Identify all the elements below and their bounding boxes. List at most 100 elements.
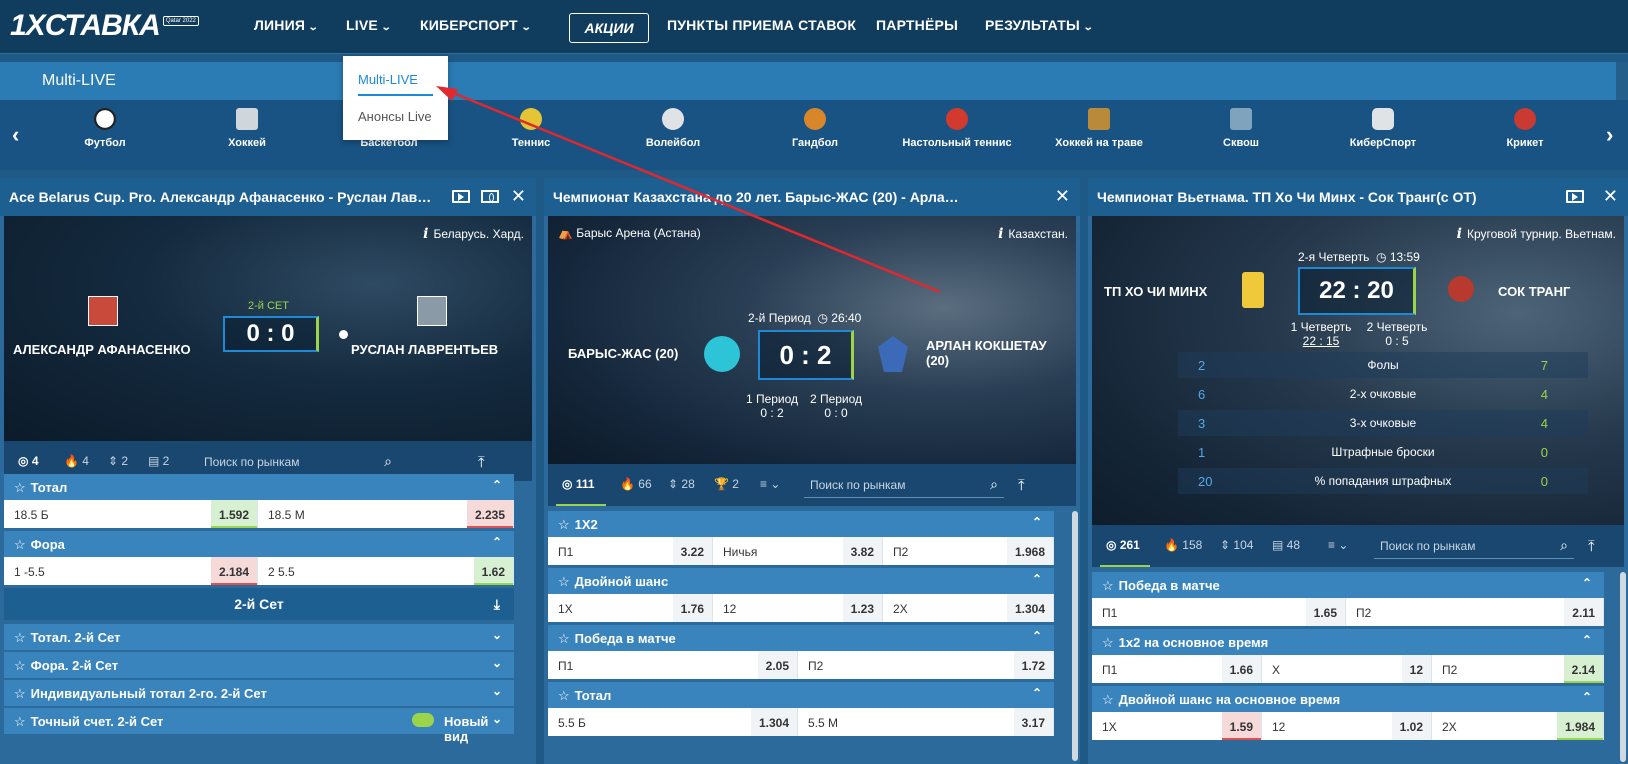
odds-cell[interactable]: П1 1.65: [1092, 598, 1346, 626]
odds-cell[interactable]: 1X 1.59: [1092, 712, 1262, 740]
market-search-input[interactable]: Поиск по рынкам ⌕: [804, 472, 1004, 498]
list-view-icon[interactable]: ≡ ⌄: [1328, 538, 1348, 552]
odds-cell[interactable]: 18.5 М 2.235: [258, 500, 514, 528]
star-icon[interactable]: ☆: [14, 686, 26, 701]
panel-scrollbar[interactable]: [1072, 511, 1078, 761]
collapse-icon[interactable]: ⤓: [494, 588, 500, 620]
odds-cell[interactable]: 5.5 Б 1.304: [548, 708, 798, 736]
market-header-match-winner[interactable]: ☆ Победа в матче ⌃: [548, 625, 1054, 651]
market-search-input[interactable]: Поиск по рынкам ⌕: [1374, 533, 1574, 559]
collapsed-market[interactable]: ☆ Индивидуальный тотал 2-го. 2-й Сет ⌄: [4, 680, 514, 706]
hot-markets-tab[interactable]: 🔥 66: [620, 477, 652, 491]
star-icon[interactable]: ☆: [14, 714, 26, 729]
odds-cell[interactable]: 2X 1.984: [1432, 712, 1604, 740]
star-icon[interactable]: ☆: [1102, 692, 1114, 707]
star-icon[interactable]: ☆: [558, 631, 570, 646]
star-icon[interactable]: ☆: [14, 537, 26, 552]
hot-markets-tab[interactable]: 🔥 4: [64, 454, 89, 468]
odds-cell[interactable]: П2 1.968: [883, 537, 1054, 565]
trophy-tab[interactable]: 🏆 2: [714, 477, 739, 491]
stats-tab[interactable]: ▤ 2: [148, 454, 169, 468]
nav-results[interactable]: РЕЗУЛЬТАТЫ ⌄: [985, 17, 1094, 33]
chevron-left-icon[interactable]: ‹: [12, 122, 19, 148]
collapse-all-icon[interactable]: ⤒: [1588, 538, 1595, 555]
odds-cell[interactable]: Ничья 3.82: [713, 537, 883, 565]
odds-cell[interactable]: 1 -5.5 2.184: [4, 557, 258, 585]
market-header-double-chance-regular[interactable]: ☆ Двойной шанс на основное время ⌃: [1092, 686, 1604, 712]
panel-scrollbar[interactable]: [1620, 572, 1626, 762]
odds-cell[interactable]: 1X 1.76: [548, 594, 713, 622]
sport-handball[interactable]: Гандбол: [745, 108, 885, 149]
totals-tab[interactable]: ⇕ 104: [1220, 538, 1253, 552]
close-icon[interactable]: ✕: [511, 186, 526, 207]
nav-betting-points[interactable]: ПУНКТЫ ПРИЕМА СТАВОК: [667, 17, 856, 33]
video-icon[interactable]: [1566, 190, 1584, 203]
odds-cell[interactable]: 12 1.02: [1262, 712, 1432, 740]
star-icon[interactable]: ☆: [1102, 635, 1114, 650]
sport-tennis[interactable]: Теннис: [461, 108, 601, 149]
sport-football[interactable]: Футбол: [35, 108, 175, 149]
sport-field-hockey[interactable]: Хоккей на траве: [1029, 108, 1169, 149]
hot-markets-tab[interactable]: 🔥 158: [1164, 538, 1202, 552]
market-header-double-chance[interactable]: ☆ Двойной шанс ⌃: [548, 568, 1054, 594]
market-header-1x2-regular[interactable]: ☆ 1x2 на основное время ⌃: [1092, 629, 1604, 655]
list-view-icon[interactable]: ≡ ⌄: [760, 477, 780, 491]
totals-tab[interactable]: ⇕ 28: [668, 477, 695, 491]
market-header-total[interactable]: ☆ Тотал ⌃: [4, 474, 514, 500]
field-icon[interactable]: [481, 190, 499, 203]
star-icon[interactable]: ☆: [1102, 578, 1114, 593]
star-icon[interactable]: ☆: [558, 688, 570, 703]
chevron-right-icon[interactable]: ›: [1606, 122, 1613, 148]
star-icon[interactable]: ☆: [14, 630, 26, 645]
sport-squash[interactable]: Сквош: [1171, 108, 1311, 149]
star-icon[interactable]: ☆: [558, 517, 570, 532]
odds-cell[interactable]: П2 2.11: [1346, 598, 1604, 626]
all-markets-tab[interactable]: ◎ 4: [18, 454, 39, 468]
odds-cell[interactable]: 5.5 М 3.17: [798, 708, 1054, 736]
sport-hockey[interactable]: Хоккей: [177, 108, 317, 149]
nav-esports[interactable]: КИБЕРСПОРТ ⌄: [420, 17, 531, 33]
collapse-all-icon[interactable]: ⤒: [1018, 477, 1025, 494]
nav-akcii-button[interactable]: АКЦИИ: [569, 13, 649, 43]
sport-volleyball[interactable]: Волейбол: [603, 108, 743, 149]
odds-cell[interactable]: 12 1.23: [713, 594, 883, 622]
odds-cell[interactable]: X 12: [1262, 655, 1432, 683]
page-scrollbar[interactable]: [1616, 62, 1628, 100]
collapsed-market[interactable]: ☆ Точный счет. 2-й Сет Новый вид ⌄: [4, 708, 514, 744]
odds-cell[interactable]: П2 2.14: [1432, 655, 1604, 683]
collapse-all-icon[interactable]: ⤒: [478, 454, 485, 471]
star-icon[interactable]: ☆: [14, 480, 26, 495]
odds-cell[interactable]: 2X 1.304: [883, 594, 1054, 622]
new-view-toggle[interactable]: [412, 713, 434, 727]
market-header-handicap[interactable]: ☆ Фора ⌃: [4, 531, 514, 557]
site-logo[interactable]: 1XСТАВКА Qatar 2022: [10, 9, 199, 42]
market-header-match-winner[interactable]: ☆ Победа в матче ⌃: [1092, 572, 1604, 598]
stats-tab[interactable]: ▤ 48: [1272, 538, 1300, 552]
sport-cricket[interactable]: Крикет: [1455, 108, 1595, 149]
market-header-1x2[interactable]: ☆ 1X2 ⌃: [548, 511, 1054, 537]
all-markets-tab[interactable]: ◎ 111: [562, 477, 595, 491]
market-search-input[interactable]: Поиск по рынкам ⌕: [198, 449, 398, 475]
star-icon[interactable]: ☆: [558, 574, 570, 589]
nav-partners[interactable]: ПАРТНЁРЫ: [876, 17, 958, 33]
market-header-total[interactable]: ☆ Тотал ⌃: [548, 682, 1054, 708]
odds-cell[interactable]: П1 2.05: [548, 651, 798, 679]
close-icon[interactable]: ✕: [1603, 186, 1618, 207]
collapsed-market[interactable]: ☆ Тотал. 2-й Сет ⌄: [4, 624, 514, 650]
dropdown-item-multilive[interactable]: Multi-LIVE: [358, 72, 418, 87]
collapsed-market[interactable]: ☆ Фора. 2-й Сет ⌄: [4, 652, 514, 678]
odds-cell[interactable]: П2 1.72: [798, 651, 1054, 679]
dropdown-item-announcements[interactable]: Анонсы Live: [358, 109, 432, 124]
odds-cell[interactable]: 2 5.5 1.62: [258, 557, 514, 585]
video-icon[interactable]: [452, 190, 470, 203]
nav-live[interactable]: LIVE ⌄: [346, 17, 392, 33]
odds-cell[interactable]: П1 1.66: [1092, 655, 1262, 683]
sport-table-tennis[interactable]: Настольный теннис: [887, 108, 1027, 149]
all-markets-tab[interactable]: ◎ 261: [1106, 538, 1140, 552]
nav-liniya[interactable]: ЛИНИЯ ⌄: [254, 17, 319, 33]
sport-esports[interactable]: КиберСпорт: [1313, 108, 1453, 149]
totals-tab[interactable]: ⇕ 2: [108, 454, 128, 468]
set-header[interactable]: 2-й Сет ⤓: [4, 588, 514, 620]
odds-cell[interactable]: 18.5 Б 1.592: [4, 500, 258, 528]
star-icon[interactable]: ☆: [14, 658, 26, 673]
